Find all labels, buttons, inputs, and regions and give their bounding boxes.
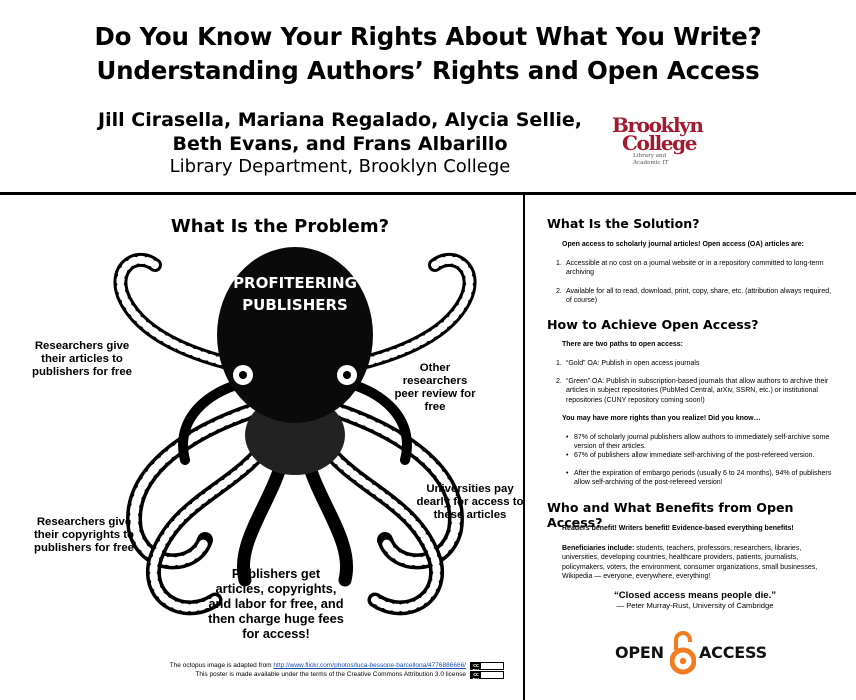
achieve-item-1-text: “Gold” OA: Publish in open access journa… xyxy=(566,360,700,367)
problem-heading: What Is the Problem? xyxy=(170,216,390,237)
achieve-item-1: 1. “Gold” OA: Publish in open access jour… xyxy=(556,360,700,367)
rights-bullet-1: 87% of scholarly journal publishers allo… xyxy=(566,433,838,452)
achieve-intro: There are two paths to open access: xyxy=(562,341,683,348)
solution-heading: What Is the Solution? xyxy=(547,216,700,231)
achieve-item-2: 2. “Green” OA: Publish in subscription-ba… xyxy=(556,378,829,404)
solution-item-1: 1. Accessible at no cost on a journal web… xyxy=(556,260,824,277)
cc-by-badge: cc BY xyxy=(470,671,504,684)
brooklyn-college-logo: Brooklyn College Library and Academic IT xyxy=(612,115,712,174)
oa-logo-open: OPEN xyxy=(615,643,664,662)
credit-prefix: The octopus image is adapted from xyxy=(169,662,274,669)
license-line: This poster is made available under the … xyxy=(195,671,466,678)
benefits-line: Readers benefit! Writers benefit! Eviden… xyxy=(562,525,794,532)
solution-intro: Open access to scholarly journal article… xyxy=(562,241,804,248)
title-line-1: Do You Know Your Rights About What You W… xyxy=(94,22,762,51)
authors-line-2: Beth Evans, and Frans Albarillo xyxy=(172,133,508,155)
oa-logo-access: ACCESS xyxy=(699,643,767,662)
callout-researchers-articles: Researchers give their articles to publi… xyxy=(32,340,133,378)
quote-text: “Closed access means people die.” xyxy=(613,590,777,601)
cc-by-badge-text: cc BY xyxy=(471,672,481,684)
department: Library Department, Brooklyn College xyxy=(169,156,511,177)
quote-attribution: — Peter Murray-Rust, University of Cambr… xyxy=(616,601,774,610)
authors-line-1: Jill Cirasella, Mariana Regalado, Alycia… xyxy=(98,109,582,131)
solution-item-2-text: Available for all to read, download, pri… xyxy=(566,288,832,305)
octopus-label-2: PUBLISHERS xyxy=(242,296,348,314)
cc-license-badge: cc BY xyxy=(470,662,504,675)
achieve-item-2-text: “Green” OA: Publish in subscription-base… xyxy=(566,378,829,404)
achieve-heading: How to Achieve Open Access? xyxy=(547,317,759,332)
poster-title: Do You Know Your Rights About What You W… xyxy=(0,20,856,88)
rights-bullet-2: 67% of publishers allow immediate self-a… xyxy=(566,451,838,461)
open-lock-icon xyxy=(670,631,696,675)
callout-researchers-copyrights: Researchers give their copyrights to pub… xyxy=(33,516,134,554)
callout-peer-review: Other researchers peer review for free xyxy=(394,362,476,413)
beneficiaries: Beneficiaries include: students, teacher… xyxy=(562,544,838,582)
open-access-logo: OPEN ACCESS xyxy=(615,628,825,678)
logo-line-4: Academic IT xyxy=(633,160,669,166)
column-divider xyxy=(523,195,525,700)
beneficiaries-label: Beneficiaries include: xyxy=(562,545,635,552)
rights-bullet-3: After the expiration of embargo periods … xyxy=(566,469,838,488)
title-line-2: Understanding Authors’ Rights and Open A… xyxy=(96,56,760,85)
callout-publishers-get: Publishers get articles, copyrights, and… xyxy=(208,566,344,641)
authors: Jill Cirasella, Mariana Regalado, Alycia… xyxy=(90,108,590,156)
header-divider xyxy=(0,192,856,195)
flickr-link[interactable]: http://www.flickr.com/photos/luca-besson… xyxy=(273,662,466,669)
image-credit: The octopus image is adapted from http:/… xyxy=(80,661,466,679)
solution-item-2: 2. Available for all to read, download, p… xyxy=(556,288,832,305)
solution-item-1-text: Accessible at no cost on a journal websi… xyxy=(566,260,824,277)
rights-intro: You may have more rights than you realiz… xyxy=(562,415,761,422)
octopus-label-1: PROFITEERING xyxy=(233,274,357,292)
callout-universities-pay: Universities pay dearly for access to th… xyxy=(416,483,524,521)
cc-badge-text: cc BY xyxy=(471,663,481,675)
quote: “Closed access means people die.” — Pete… xyxy=(560,590,830,611)
